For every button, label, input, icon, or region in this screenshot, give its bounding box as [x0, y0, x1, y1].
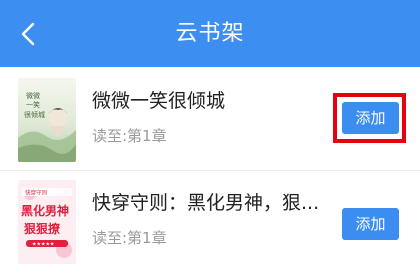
- book-cover: 快穿守则 黑化男神 狠狠撩 ★★★★★: [18, 180, 76, 264]
- svg-text:一笑: 一笑: [26, 100, 40, 109]
- reading-progress: 读至:第1章: [92, 127, 167, 145]
- svg-text:微微: 微微: [26, 91, 40, 100]
- svg-text:★★★★★: ★★★★★: [32, 242, 55, 248]
- svg-text:狠狠撩: 狠狠撩: [24, 221, 61, 236]
- book-title[interactable]: 微微一笑很倾城: [92, 86, 225, 113]
- book-list-item[interactable]: 微微 一笑 很倾城 微微一笑很倾城 读至:第1章 添加: [0, 69, 420, 169]
- add-button[interactable]: 添加: [342, 208, 399, 240]
- svg-text:快穿守则: 快穿守则: [25, 189, 47, 197]
- svg-text:很倾城: 很倾城: [24, 110, 45, 119]
- book-list-item[interactable]: 快穿守则 黑化男神 狠狠撩 ★★★★★ 快穿守则：黑化男神，狠... 读至:第1…: [0, 170, 420, 271]
- book-title[interactable]: 快穿守则：黑化男神，狠...: [92, 188, 319, 215]
- svg-text:黑化男神: 黑化男神: [21, 203, 69, 218]
- page-title: 云书架: [175, 21, 245, 46]
- book-cover: 微微 一笑 很倾城: [18, 78, 76, 162]
- reading-progress: 读至:第1章: [92, 229, 167, 247]
- add-button[interactable]: 添加: [342, 102, 399, 134]
- app-header: 云书架: [0, 0, 420, 67]
